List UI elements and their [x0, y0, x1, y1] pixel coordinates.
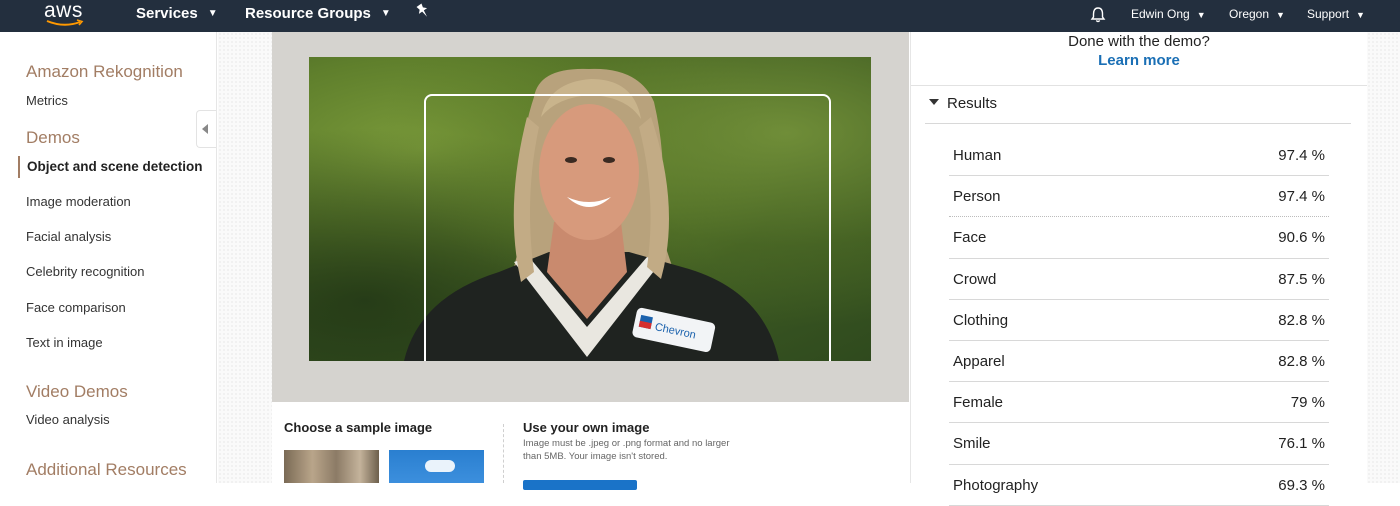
- result-confidence: 79 %: [1290, 394, 1325, 412]
- result-label: Person: [953, 188, 1001, 206]
- result-row: Apparel 82.8 %: [949, 341, 1329, 383]
- sample-images-title: Choose a sample image: [284, 420, 433, 435]
- sidebar-item-facial-analysis[interactable]: Facial analysis: [26, 229, 111, 244]
- services-label: Services: [136, 5, 198, 22]
- result-label: Human: [953, 147, 1002, 164]
- result-row: Face 90.6 %: [949, 217, 1329, 259]
- sidebar-heading-demos: Demos: [26, 128, 80, 147]
- result-confidence: 87.5 %: [1278, 270, 1325, 288]
- sidebar-item-metrics[interactable]: Metrics: [26, 93, 68, 108]
- result-row: Person 97.4 %: [949, 176, 1329, 218]
- sidebar-heading-video-demos: Video Demos: [26, 382, 128, 401]
- sidebar-heading-additional-resources: Additional Resources: [26, 460, 187, 479]
- chevron-down-icon: ▼: [380, 8, 391, 20]
- result-label: Crowd: [953, 270, 997, 288]
- sidebar-item-text-in-image[interactable]: Text in image: [26, 335, 103, 350]
- own-image-description: Image must be .jpeg or .png format and n…: [523, 438, 730, 462]
- result-label: Apparel: [953, 352, 1005, 370]
- region-menu[interactable]: Oregon ▼: [1229, 0, 1285, 32]
- user-menu[interactable]: Edwin Ong ▼: [1131, 0, 1206, 32]
- results-list: Human 97.4 % Person 97.4 % Face 90.6 % C…: [949, 135, 1329, 506]
- result-row: Clothing 82.8 %: [949, 300, 1329, 341]
- sidebar-item-video-analysis[interactable]: Video analysis: [26, 412, 110, 427]
- sample-thumbnail-street[interactable]: [284, 450, 379, 483]
- learn-more-link[interactable]: Learn more: [911, 52, 1367, 69]
- divider: [925, 123, 1351, 124]
- bell-icon[interactable]: [1089, 0, 1107, 32]
- resource-groups-menu[interactable]: Resource Groups ▼: [245, 0, 391, 32]
- region-name: Oregon: [1229, 7, 1270, 21]
- divider: [911, 85, 1367, 86]
- sidebar: Amazon Rekognition Metrics Demos Object …: [0, 32, 217, 483]
- results-title: Results: [947, 95, 998, 112]
- aws-smile-icon: [46, 19, 84, 26]
- sample-images-section: Choose a sample image Use your own image…: [272, 402, 909, 490]
- result-label: Face: [953, 229, 987, 247]
- services-menu[interactable]: Services ▼: [136, 0, 218, 32]
- support-label: Support: [1307, 7, 1350, 21]
- result-row: Female 79 %: [949, 382, 1329, 424]
- chevron-down-icon: ▼: [1196, 10, 1206, 20]
- result-confidence: 76.1 %: [1278, 435, 1325, 453]
- caret-down-icon: [929, 99, 939, 106]
- result-confidence: 90.6 %: [1278, 229, 1325, 247]
- sidebar-heading-rekognition[interactable]: Amazon Rekognition: [26, 62, 183, 82]
- upload-button[interactable]: [523, 480, 637, 490]
- result-row: Crowd 87.5 %: [949, 259, 1329, 300]
- resource-groups-label: Resource Groups: [245, 5, 371, 22]
- result-label: Female: [953, 394, 1004, 412]
- divider: [503, 424, 504, 483]
- sidebar-item-face-comparison[interactable]: Face comparison: [26, 300, 126, 315]
- results-header-toggle[interactable]: Results: [929, 95, 997, 112]
- chevron-down-icon: ▼: [1276, 10, 1285, 20]
- image-preview-panel: Chevron: [272, 32, 909, 402]
- own-image-title: Use your own image: [523, 420, 650, 435]
- aws-logo[interactable]: aws: [44, 0, 92, 32]
- sidebar-item-celebrity-recognition[interactable]: Celebrity recognition: [26, 264, 145, 279]
- result-confidence: 69.3 %: [1278, 476, 1325, 494]
- done-with-demo-text: Done with the demo?: [1068, 33, 1210, 50]
- result-confidence: 82.8 %: [1278, 311, 1325, 329]
- user-name: Edwin Ong: [1131, 7, 1190, 21]
- sample-thumbnail-sky[interactable]: [389, 450, 484, 483]
- support-menu[interactable]: Support ▼: [1307, 0, 1365, 32]
- result-label: Photography: [953, 476, 1039, 494]
- sidebar-item-image-moderation[interactable]: Image moderation: [26, 194, 131, 209]
- detection-bounding-box[interactable]: [424, 94, 831, 361]
- chevron-left-icon: [202, 124, 208, 134]
- pin-icon[interactable]: [416, 1, 430, 33]
- chevron-down-icon: ▼: [1356, 10, 1365, 20]
- result-label: Smile: [953, 435, 991, 453]
- sidebar-collapse-button[interactable]: [196, 110, 216, 148]
- results-panel: Done with the demo? Learn more Results H…: [910, 32, 1367, 506]
- background-pattern: [218, 32, 272, 483]
- result-row: Smile 76.1 %: [949, 423, 1329, 465]
- chevron-down-icon: ▼: [207, 8, 218, 20]
- result-row: Human 97.4 %: [949, 135, 1329, 177]
- result-confidence: 97.4 %: [1278, 188, 1325, 206]
- analyzed-photo: Chevron: [309, 57, 871, 361]
- top-navigation-bar: aws Services ▼ Resource Groups ▼ Edwin Ong…: [0, 0, 1400, 32]
- result-confidence: 97.4 %: [1278, 147, 1325, 164]
- result-confidence: 82.8 %: [1278, 352, 1325, 370]
- background-pattern: [1367, 32, 1400, 483]
- result-row: Photography 69.3 %: [949, 465, 1329, 506]
- sidebar-item-object-scene-detection[interactable]: Object and scene detection: [18, 156, 203, 178]
- result-label: Clothing: [953, 311, 1009, 329]
